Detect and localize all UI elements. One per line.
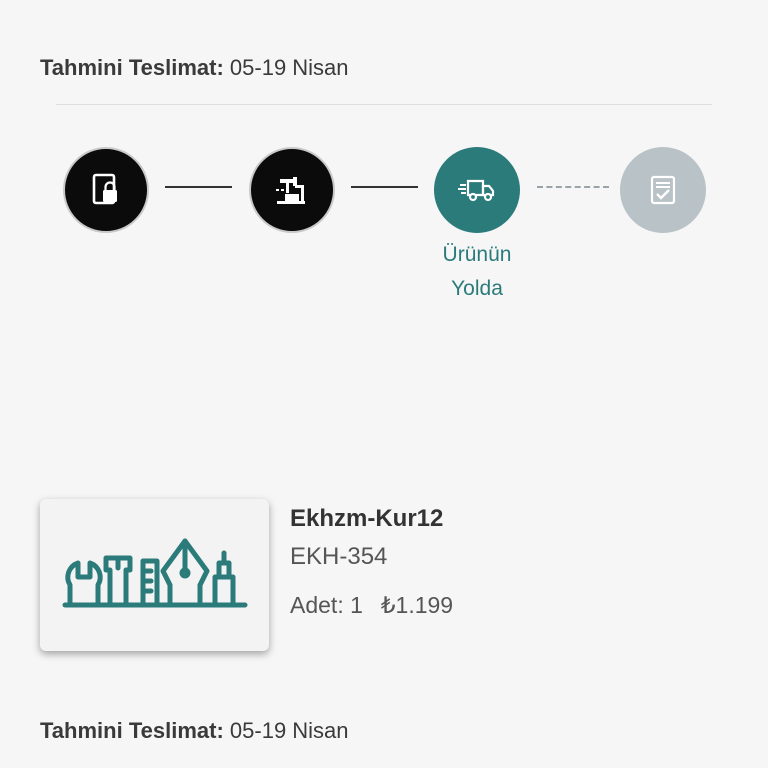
product-name[interactable]: Ekhzm-Kur12 [290,505,443,533]
tools-icon [62,538,247,608]
checklist-icon [650,175,676,205]
step-label-line: Ürünün [442,243,512,266]
production-icon [276,177,305,204]
step-order-placed [63,147,149,233]
product-quantity-price: Adet: 1 ₺1.199 [290,592,453,619]
estimated-delivery-value: 05-19 Nisan [229,55,349,80]
estimated-delivery-label: Tahmini Teslimat: [40,55,224,80]
estimated-delivery-value: 05-19 Nisan [229,718,349,743]
step-label-line: Yolda [451,277,503,300]
estimated-delivery: Tahmini Teslimat: 05-19 Nisan [40,718,349,744]
step-connector [537,186,609,188]
estimated-delivery-label: Tahmini Teslimat: [40,718,224,743]
step-delivered [620,147,706,233]
order-lock-icon [92,173,117,205]
estimated-delivery: Tahmini Teslimat: 05-19 Nisan [40,55,349,81]
truck-icon [458,179,495,202]
product-quantity: Adet: 1 [290,592,363,618]
step-production [249,147,335,233]
step-label-in-transit: Ürünün Yolda [420,238,534,306]
step-connector [351,186,418,188]
product-image[interactable] [40,499,269,651]
product-code: EKH-354 [290,543,388,570]
step-in-transit [434,147,520,233]
step-connector [165,186,232,188]
product-price: ₺1.199 [380,592,454,618]
divider [56,104,712,105]
